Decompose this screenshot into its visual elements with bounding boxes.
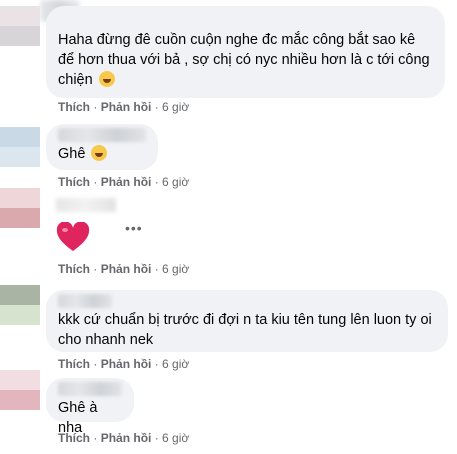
timestamp[interactable]: 6 giờ [162,175,189,189]
comment-actions: Thích · Phản hồi · 6 giờ [58,261,189,277]
separator: · [93,262,98,276]
reply-link[interactable]: Phản hồi [101,175,152,189]
avatar[interactable] [0,285,40,325]
more-options-button[interactable]: ••• [125,220,143,236]
separator: · [93,100,98,114]
timestamp[interactable]: 6 giờ [162,100,189,114]
reply-link[interactable]: Phản hồi [101,431,152,445]
avatar[interactable] [0,188,40,228]
commenter-name-blurred[interactable] [58,294,112,308]
separator: · [154,431,159,445]
timestamp[interactable]: 6 giờ [162,262,189,276]
avatar[interactable] [0,370,40,410]
comment-actions: Thích · Phản hồi · 6 giờ [58,99,189,115]
separator: · [93,431,98,445]
comment-text: Ghê [58,146,86,162]
comment-bubble: kkk cứ chuẩn bị trước đi đợi n ta kiu tê… [46,290,448,352]
comment-bubble: Ghê [46,124,158,170]
rolling-laughing-emoji-icon [98,71,115,87]
comment-bubble: Haha đừng đê cuồn cuộn nghe đc mắc công … [46,6,445,98]
commenter-name-blurred[interactable] [56,198,116,212]
like-link[interactable]: Thích [58,262,90,276]
comment-actions: Thích · Phản hồi · 6 giờ [58,174,189,190]
like-link[interactable]: Thích [58,100,90,114]
comment-actions: Thích · Phản hồi · 6 giờ [58,430,189,446]
commenter-name-blurred[interactable] [58,382,122,396]
like-link[interactable]: Thích [58,175,90,189]
separator: · [154,357,159,371]
timestamp[interactable]: 6 giờ [162,357,189,371]
separator: · [154,175,159,189]
red-heart-icon [56,222,90,251]
comment-actions: Thích · Phản hồi · 6 giờ [58,356,189,372]
reply-link[interactable]: Phản hồi [101,262,152,276]
separator: · [93,175,98,189]
comment-text: kkk cứ chuẩn bị trước đi đợi n ta kiu tê… [58,312,432,348]
separator: · [154,100,159,114]
timestamp[interactable]: 6 giờ [162,431,189,445]
laughing-tears-emoji-icon [91,145,108,161]
like-link[interactable]: Thích [58,431,90,445]
commenter-name-blurred[interactable] [58,128,146,142]
reply-link[interactable]: Phản hồi [101,100,152,114]
separator: · [154,262,159,276]
avatar[interactable] [0,6,40,46]
avatar[interactable] [0,127,40,167]
separator: · [93,357,98,371]
reply-link[interactable]: Phản hồi [101,357,152,371]
like-link[interactable]: Thích [58,357,90,371]
comment-bubble: Ghê à nha [46,378,134,436]
